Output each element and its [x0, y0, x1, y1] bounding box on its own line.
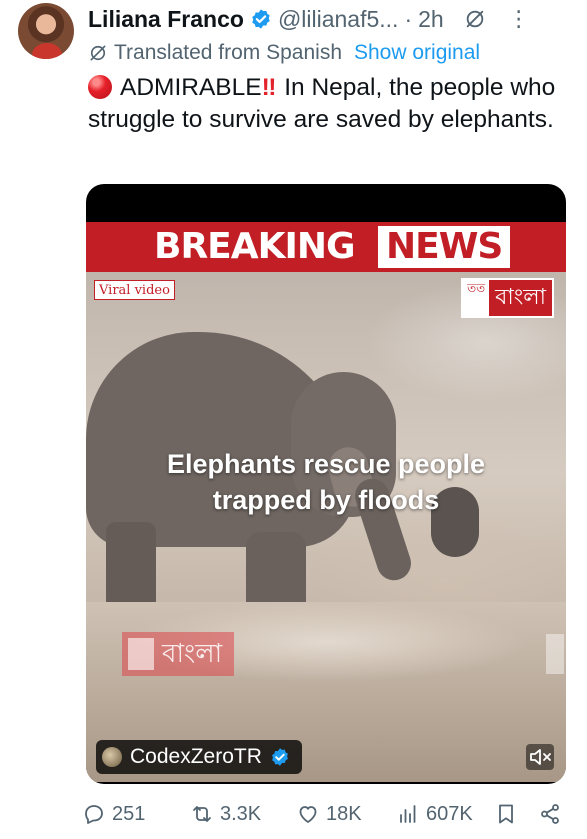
- tweet-header: Liliana Franco @lilianaf5... · 2h ⋮: [88, 4, 568, 34]
- share-button[interactable]: [538, 796, 568, 832]
- bookmark-button[interactable]: [494, 796, 524, 832]
- red-circle-emoji: [88, 75, 112, 99]
- video-attribution[interactable]: CodexZeroTR: [96, 740, 302, 774]
- translated-label: Translated from Spanish: [114, 41, 342, 64]
- reply-count: 251: [112, 802, 146, 825]
- news-label: NEWS: [378, 226, 511, 268]
- author-avatar[interactable]: [18, 3, 74, 59]
- reply-icon: [85, 805, 103, 824]
- views-count: 607K: [426, 802, 473, 825]
- breaking-label: BREAKING: [146, 226, 363, 268]
- more-icon[interactable]: ⋮: [508, 6, 530, 32]
- translation-row: Translated from Spanish Show original: [88, 38, 480, 68]
- attribution-name: CodexZeroTR: [130, 745, 262, 768]
- separator-dot: ·: [404, 5, 413, 32]
- like-button[interactable]: 18K: [296, 796, 362, 832]
- like-icon: [299, 806, 317, 823]
- viral-video-tag: Viral video: [94, 280, 175, 300]
- verified-badge-icon: [252, 9, 270, 29]
- side-watermark: [546, 634, 564, 674]
- repost-icon: [193, 806, 211, 822]
- like-count: 18K: [326, 802, 362, 825]
- channel-logo: তত বাংলা: [461, 278, 554, 318]
- author-handle[interactable]: @lilianaf5...: [278, 6, 399, 33]
- video-caption: Elephants rescue people trapped by flood…: [126, 446, 526, 518]
- views-icon: [400, 805, 416, 823]
- channel-logo-box: তত: [463, 280, 490, 316]
- bookmark-icon: [499, 804, 513, 824]
- double-exclamation-emoji: ‼: [261, 74, 277, 101]
- verified-badge-icon: [271, 748, 288, 766]
- views-button[interactable]: 607K: [396, 796, 473, 832]
- translate-icon: [90, 45, 106, 61]
- tweet-text: ADMIRABLE‼ In Nepal, the people who stru…: [88, 72, 568, 136]
- reply-button[interactable]: 251: [82, 796, 145, 832]
- tweet-headline: ADMIRABLE: [120, 74, 262, 101]
- caption-line-1: Elephants rescue people: [166, 449, 486, 479]
- show-original-link[interactable]: Show original: [354, 41, 480, 65]
- share-icon: [541, 804, 559, 824]
- tweet-actions: 251 3.3K 18K 607K: [80, 796, 580, 832]
- author-name[interactable]: Liliana Franco: [88, 6, 244, 33]
- grok-icon[interactable]: [464, 8, 486, 30]
- channel-watermark: বাংলা: [122, 632, 235, 676]
- attribution-avatar: [102, 747, 122, 767]
- mute-icon[interactable]: [526, 744, 554, 770]
- repost-count: 3.3K: [220, 802, 262, 825]
- video-player[interactable]: BREAKING NEWS Viral video তত বাংলা Eleph…: [86, 184, 566, 784]
- caption-line-2: trapped by floods: [212, 485, 440, 515]
- channel-logo-text: বাংলা: [495, 285, 546, 310]
- repost-button[interactable]: 3.3K: [190, 796, 261, 832]
- timestamp[interactable]: 2h: [418, 6, 444, 33]
